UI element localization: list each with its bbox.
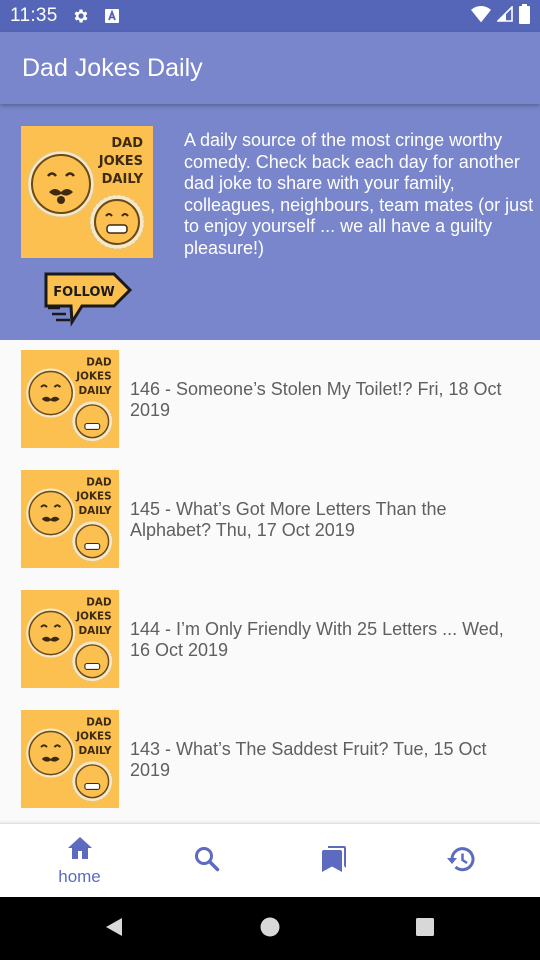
system-recents-button[interactable] xyxy=(409,913,441,945)
episode-list-item[interactable]: DAD JOKES DAILY 145 - What’s Got More Le… xyxy=(0,460,540,580)
history-icon xyxy=(446,846,475,877)
cover-text-daily: DAILY xyxy=(102,172,144,187)
thumb-text-daily: DAILY xyxy=(79,385,112,397)
follow-button[interactable]: FOLLOW xyxy=(44,270,133,328)
thumb-text-jokes: JOKES xyxy=(75,491,111,503)
thumb-text-jokes: JOKES xyxy=(75,731,111,743)
podcast-header: DAD JOKES DAILY FOLLOW A daily source of… xyxy=(0,104,540,340)
thumb-text-dad: DAD xyxy=(86,597,112,609)
home-circle-icon xyxy=(259,916,281,943)
thumb-text-dad: DAD xyxy=(86,357,112,369)
follow-label: FOLLOW xyxy=(53,285,114,300)
nav-search-button[interactable] xyxy=(139,824,274,898)
podcast-cover-image: DAD JOKES DAILY xyxy=(21,126,153,258)
thumb-text-daily: DAILY xyxy=(79,505,112,517)
search-icon xyxy=(194,846,220,877)
cover-text-jokes: JOKES xyxy=(98,154,143,169)
settings-gear-icon xyxy=(72,7,90,25)
home-icon xyxy=(67,836,93,865)
system-navigation-bar xyxy=(0,897,540,960)
episode-thumbnail: DAD JOKES DAILY xyxy=(21,710,119,808)
bookmarks-icon xyxy=(321,845,347,878)
app-bar: Dad Jokes Daily xyxy=(0,32,540,104)
accessibility-a-icon xyxy=(104,8,120,24)
battery-icon xyxy=(519,3,530,29)
nav-history-button[interactable] xyxy=(393,824,528,898)
episode-title: 144 - I’m Only Friendly With 25 Letters … xyxy=(130,619,504,660)
thumb-text-jokes: JOKES xyxy=(75,371,111,383)
nav-home-label: home xyxy=(58,866,101,886)
status-time: 11:35 xyxy=(10,5,58,26)
wifi-icon xyxy=(471,5,491,28)
bottom-navigation: home xyxy=(0,823,540,897)
episode-thumbnail: DAD JOKES DAILY xyxy=(21,350,119,448)
episode-thumbnail: DAD JOKES DAILY xyxy=(21,590,119,688)
back-triangle-icon xyxy=(103,916,125,943)
episode-list-item[interactable]: DAD JOKES DAILY 143 - What’s The Saddest… xyxy=(0,700,540,820)
thumb-text-daily: DAILY xyxy=(79,625,112,637)
episode-title: 145 - What’s Got More Letters Than the A… xyxy=(130,499,447,540)
status-bar: 11:35 xyxy=(0,0,540,32)
podcast-description: A daily source of the most cringe worthy… xyxy=(184,130,534,258)
cover-text-dad: DAD xyxy=(111,136,143,151)
signal-icon xyxy=(496,4,513,27)
nav-home-button[interactable]: home xyxy=(12,824,147,898)
thumb-text-daily: DAILY xyxy=(79,745,112,757)
episode-list-item[interactable]: DAD JOKES DAILY 146 - Someone’s Stolen M… xyxy=(0,340,540,460)
episode-title: 143 - What’s The Saddest Fruit? Tue, 15 … xyxy=(130,739,487,780)
episode-list: DAD JOKES DAILY 146 - Someone’s Stolen M… xyxy=(0,340,540,823)
app-title: Dad Jokes Daily xyxy=(22,53,203,82)
thumb-text-jokes: JOKES xyxy=(75,611,111,623)
recents-square-icon xyxy=(414,916,436,943)
thumb-text-dad: DAD xyxy=(86,717,112,729)
episode-list-item[interactable]: DAD JOKES DAILY 144 - I’m Only Friendly … xyxy=(0,580,540,700)
system-back-button[interactable] xyxy=(98,913,130,945)
episode-title: 146 - Someone’s Stolen My Toilet!? Fri, … xyxy=(130,379,502,420)
episode-thumbnail: DAD JOKES DAILY xyxy=(21,470,119,568)
system-home-button[interactable] xyxy=(254,913,286,945)
thumb-text-dad: DAD xyxy=(86,477,112,489)
nav-bookmarks-button[interactable] xyxy=(266,824,401,898)
